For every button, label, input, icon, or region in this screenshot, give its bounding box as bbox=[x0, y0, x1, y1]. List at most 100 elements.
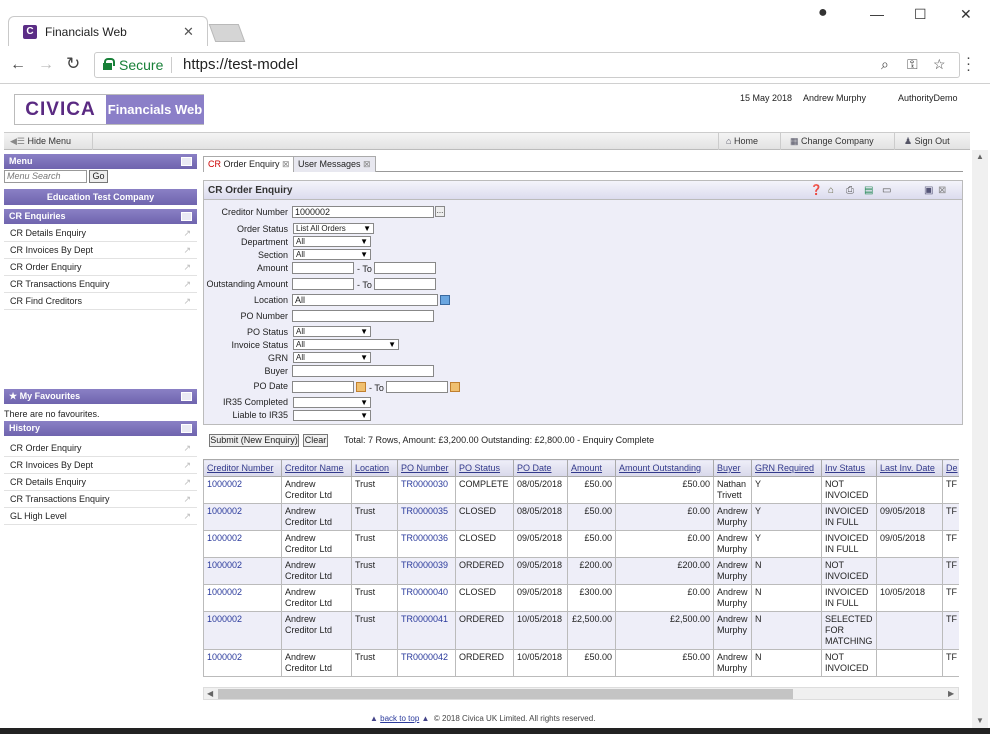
key-icon[interactable]: ⚿ bbox=[907, 56, 918, 73]
star-bookmark-icon[interactable]: ☆ bbox=[933, 56, 946, 73]
clear-button[interactable]: Clear bbox=[303, 434, 328, 447]
calendar-icon[interactable] bbox=[356, 382, 366, 392]
buyer-input[interactable] bbox=[292, 365, 434, 377]
liable-ir35-select[interactable] bbox=[293, 410, 371, 421]
nav-item-cr-transactions[interactable]: CR Transactions Enquiry ↗ bbox=[4, 276, 197, 293]
table-cell[interactable]: 1000002 bbox=[203, 503, 282, 531]
submit-button[interactable]: Submit (New Enquiry) bbox=[209, 434, 299, 447]
invoice-status-select[interactable]: All bbox=[293, 339, 399, 350]
lookup-button[interactable]: ... bbox=[435, 206, 445, 217]
browser-menu-icon[interactable]: · · · bbox=[966, 50, 971, 77]
col-header[interactable]: Inv Status bbox=[821, 459, 877, 477]
go-button[interactable]: Go bbox=[89, 170, 108, 183]
close-form-icon[interactable]: ⊠ bbox=[938, 181, 946, 201]
tab-user-messages[interactable]: User Messages ⊠ bbox=[293, 156, 376, 172]
cr-enquiries-header[interactable]: CR Enquiries bbox=[4, 209, 197, 224]
table-cell[interactable]: 1000002 bbox=[203, 649, 282, 677]
history-item[interactable]: CR Transactions Enquiry ↗ bbox=[4, 491, 197, 508]
horizontal-scrollbar[interactable]: ◀ ▶ bbox=[203, 687, 959, 700]
change-company-button[interactable]: ▦ Change Company bbox=[790, 136, 874, 147]
po-status-select[interactable]: All bbox=[293, 326, 371, 337]
settings-icon[interactable]: ▭ bbox=[882, 181, 891, 201]
history-item[interactable]: CR Invoices By Dept ↗ bbox=[4, 457, 197, 474]
sign-out-button[interactable]: ♟ Sign Out bbox=[904, 136, 950, 147]
department-select[interactable]: All bbox=[293, 236, 371, 247]
po-number-input[interactable] bbox=[292, 310, 434, 322]
new-tab-button[interactable] bbox=[208, 24, 246, 42]
table-row[interactable]: 1000002 Andrew Creditor Ltd Trust TR0000039… bbox=[203, 557, 959, 585]
scroll-down-icon[interactable]: ▼ bbox=[976, 716, 984, 725]
table-cell[interactable]: 1000002 bbox=[203, 584, 282, 612]
pin-icon[interactable] bbox=[181, 392, 192, 401]
profile-icon[interactable]: ● bbox=[818, 4, 828, 22]
nav-item-cr-details[interactable]: CR Details Enquiry ↗ bbox=[4, 225, 197, 242]
col-header[interactable]: Last Inv. Date bbox=[876, 459, 943, 477]
forward-arrow-icon[interactable]: → bbox=[38, 56, 54, 74]
back-to-top-link[interactable]: back to top bbox=[380, 714, 419, 723]
vertical-scrollbar[interactable]: ▲ ▼ bbox=[972, 150, 988, 728]
zoom-icon[interactable]: ⌕ bbox=[881, 56, 889, 73]
window-icon[interactable]: ▣ bbox=[924, 181, 933, 201]
history-item[interactable]: GL High Level ↗ bbox=[4, 508, 197, 525]
close-window-button[interactable]: ✕ bbox=[960, 6, 972, 23]
back-arrow-icon[interactable]: ← bbox=[10, 56, 26, 74]
scroll-right-icon[interactable]: ▶ bbox=[948, 689, 954, 698]
col-header[interactable]: GRN Required bbox=[751, 459, 822, 477]
col-header[interactable]: Amount bbox=[567, 459, 616, 477]
col-header[interactable]: De bbox=[942, 459, 959, 477]
po-date-to-input[interactable] bbox=[386, 381, 448, 393]
minimize-button[interactable]: — bbox=[870, 6, 884, 22]
ir35-completed-select[interactable] bbox=[293, 397, 371, 408]
hide-menu-button[interactable]: ◀☰ Hide Menu bbox=[10, 136, 71, 147]
location-input[interactable]: All bbox=[292, 294, 438, 306]
history-item[interactable]: CR Order Enquiry ↗ bbox=[4, 440, 197, 457]
table-cell[interactable]: 1000002 bbox=[203, 476, 282, 504]
reload-icon[interactable]: ↻ bbox=[66, 54, 80, 74]
url-text[interactable]: https://test-model bbox=[183, 56, 298, 73]
table-cell[interactable]: TR0000041 bbox=[397, 611, 456, 650]
tab-cr-order-enquiry[interactable]: CR Order Enquiry ⊠ bbox=[203, 156, 295, 172]
col-header[interactable]: PO Date bbox=[513, 459, 568, 477]
section-select[interactable]: All bbox=[293, 249, 371, 260]
print-icon[interactable]: ⎙ bbox=[846, 181, 854, 201]
maximize-button[interactable]: ☐ bbox=[914, 6, 927, 23]
table-row[interactable]: 1000002 Andrew Creditor Ltd Trust TR0000041… bbox=[203, 611, 959, 650]
table-cell[interactable]: TR0000030 bbox=[397, 476, 456, 504]
table-cell[interactable]: 1000002 bbox=[203, 557, 282, 585]
location-picker-icon[interactable] bbox=[440, 295, 450, 305]
home-button[interactable]: ⌂ Home bbox=[726, 136, 758, 146]
scroll-up-icon[interactable]: ▲ bbox=[976, 152, 984, 161]
outstanding-from-input[interactable] bbox=[292, 278, 354, 290]
export-icon[interactable]: ▤ bbox=[864, 181, 873, 201]
col-header[interactable]: Creditor Number bbox=[203, 459, 282, 477]
table-row[interactable]: 1000002 Andrew Creditor Ltd Trust TR0000035… bbox=[203, 503, 959, 531]
col-header[interactable]: Buyer bbox=[713, 459, 752, 477]
grn-select[interactable]: All bbox=[293, 352, 371, 363]
pin-icon[interactable] bbox=[181, 157, 192, 166]
table-row[interactable]: 1000002 Andrew Creditor Ltd Trust TR0000036… bbox=[203, 530, 959, 558]
nav-item-cr-invoices[interactable]: CR Invoices By Dept ↗ bbox=[4, 242, 197, 259]
order-status-select[interactable]: List All Orders bbox=[293, 223, 374, 234]
col-header[interactable]: Location bbox=[351, 459, 398, 477]
outstanding-to-input[interactable] bbox=[374, 278, 436, 290]
tab-close-icon[interactable]: ✕ bbox=[183, 24, 194, 40]
url-omnibox[interactable]: Secure https://test-model ⌕ ⚿ ☆ bbox=[94, 52, 960, 78]
browser-tab[interactable]: C Financials Web ✕ bbox=[8, 16, 208, 46]
scroll-thumb[interactable] bbox=[218, 689, 793, 699]
expand-icon[interactable] bbox=[181, 212, 192, 221]
scroll-left-icon[interactable]: ◀ bbox=[207, 689, 213, 698]
col-header[interactable]: Amount Outstanding bbox=[615, 459, 714, 477]
table-cell[interactable]: TR0000035 bbox=[397, 503, 456, 531]
menu-search-input[interactable]: Menu Search bbox=[4, 170, 87, 183]
table-row[interactable]: 1000002 Andrew Creditor Ltd Trust TR0000042… bbox=[203, 649, 959, 677]
table-row[interactable]: 1000002 Andrew Creditor Ltd Trust TR0000040… bbox=[203, 584, 959, 612]
col-header[interactable]: PO Number bbox=[397, 459, 456, 477]
close-icon[interactable]: ⊠ bbox=[282, 159, 290, 169]
table-cell[interactable]: 1000002 bbox=[203, 530, 282, 558]
table-cell[interactable]: 1000002 bbox=[203, 611, 282, 650]
amount-from-input[interactable] bbox=[292, 262, 354, 274]
close-icon[interactable]: ⊠ bbox=[363, 159, 371, 169]
col-header[interactable]: Creditor Name bbox=[281, 459, 352, 477]
col-header[interactable]: PO Status bbox=[455, 459, 514, 477]
table-row[interactable]: 1000002 Andrew Creditor Ltd Trust TR0000030… bbox=[203, 476, 959, 504]
